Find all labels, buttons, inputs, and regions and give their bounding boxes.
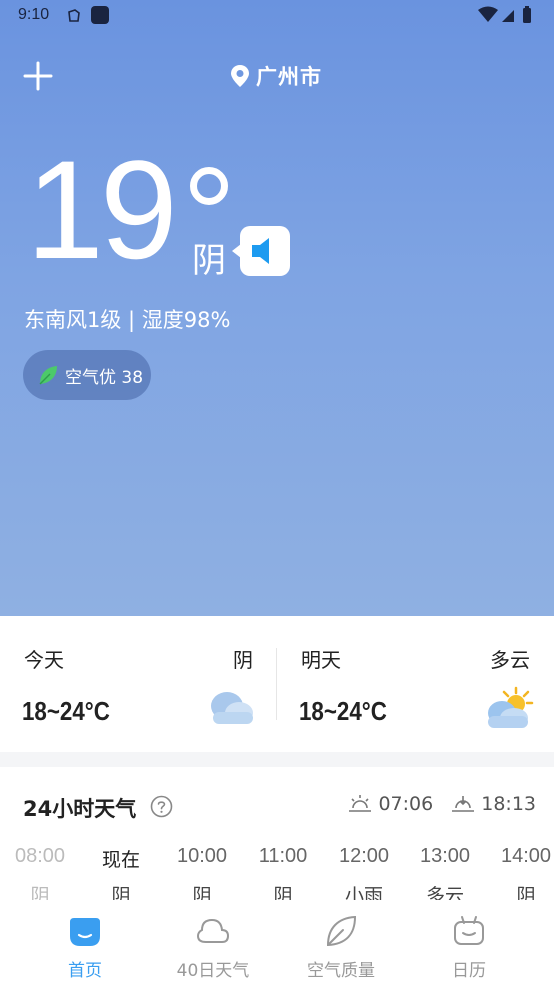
tomorrow-forecast[interactable]: 明天 多云 18~24°C: [277, 616, 554, 752]
app-notification-icon: [91, 6, 109, 24]
home-icon: [70, 918, 100, 946]
today-forecast[interactable]: 今天 阴 18~24°C: [0, 616, 277, 752]
hourly-time: 08:00: [14, 845, 66, 867]
sunset-time: 18:13: [481, 793, 536, 815]
sunrise-time: 07:06: [378, 793, 434, 815]
forecast-40-icon: [196, 918, 230, 943]
aqi-label: 空气优 38: [65, 367, 144, 388]
bottom-navigation: 首页 40日天气 空气质量 日历: [0, 900, 554, 984]
daily-summary-card: 今天 阴 18~24°C 明天 多云 18~24°C: [0, 616, 554, 752]
nav-home[interactable]: 首页: [25, 900, 145, 984]
hourly-time: 10:00: [176, 845, 228, 867]
nav-40-day[interactable]: 40日天气: [153, 900, 273, 984]
today-temperature-range: 18~24°C: [22, 696, 110, 726]
status-bar: 9:10: [0, 0, 554, 32]
aqi-badge[interactable]: 空气优 38: [23, 350, 151, 400]
status-time: 9:10: [18, 6, 50, 23]
nav-home-label: 首页: [68, 961, 102, 981]
hourly-times[interactable]: 08:00 现在 10:00 11:00 12:00 13:00 14:00: [0, 845, 554, 875]
hourly-time: 12:00: [338, 845, 390, 867]
wind-humidity: 东南风1级 | 湿度98%: [24, 308, 231, 332]
today-condition: 阴: [233, 648, 253, 672]
hourly-time: 13:00: [419, 845, 471, 867]
wifi-signal-battery-icon: [478, 6, 531, 23]
hourly-time: 14:00: [500, 845, 552, 867]
location-pin-icon: [231, 65, 249, 87]
nav-calendar[interactable]: 日历: [409, 900, 529, 984]
cloudy-icon: [211, 692, 253, 724]
sunset: 18:13: [451, 793, 536, 815]
hourly-title: 24小时天气: [23, 797, 137, 821]
nav-40-day-label: 40日天气: [176, 961, 250, 981]
current-condition: 阴: [192, 241, 226, 281]
weather-hero: 9:10 广州市 19 阴 东南风1级 | 湿度98% 空气优 38: [0, 0, 554, 616]
degree-symbol: [190, 167, 228, 205]
nav-air-quality-label: 空气质量: [307, 961, 375, 981]
sunrise-icon: [349, 795, 372, 812]
partly-cloudy-icon: [488, 686, 534, 728]
tomorrow-condition: 多云: [490, 648, 530, 672]
city-name: 广州市: [256, 65, 322, 89]
help-icon[interactable]: [150, 795, 173, 818]
speaker-icon: [252, 238, 269, 264]
nav-air-quality[interactable]: 空气质量: [281, 900, 401, 984]
leaf-outline-icon: [326, 915, 357, 947]
sunrise: 07:06: [348, 793, 433, 815]
sunset-icon: [452, 796, 475, 812]
tomorrow-label: 明天: [301, 648, 341, 672]
tomorrow-temperature-range: 18~24°C: [299, 696, 387, 726]
nav-calendar-label: 日历: [452, 961, 486, 981]
today-label: 今天: [24, 648, 64, 672]
sun-times: 07:06 18:13: [330, 793, 536, 815]
city-selector[interactable]: 广州市: [230, 60, 322, 92]
leaf-icon: [39, 366, 57, 385]
hourly-time: 现在: [101, 849, 140, 871]
calendar-icon: [454, 916, 484, 945]
hourly-time: 11:00: [258, 845, 308, 867]
add-city-button[interactable]: [22, 60, 54, 92]
current-temperature: 19: [26, 131, 178, 288]
voice-broadcast-button[interactable]: [232, 226, 290, 276]
notification-icon: [68, 9, 80, 22]
